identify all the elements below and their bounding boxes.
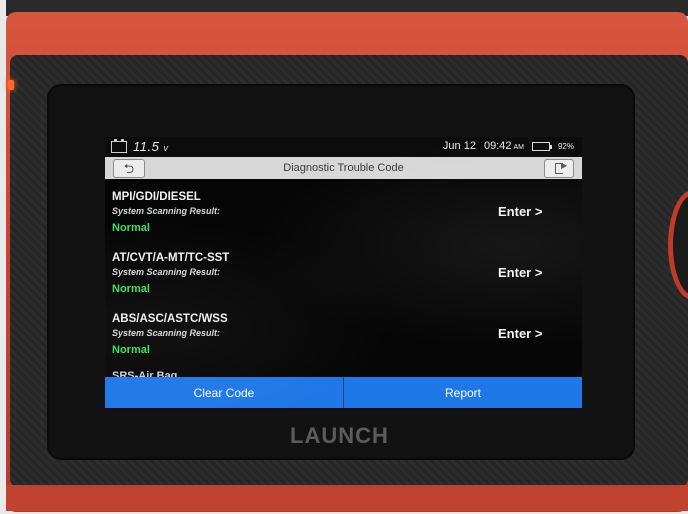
- report-button[interactable]: Report: [344, 377, 582, 408]
- exit-button[interactable]: [544, 159, 574, 178]
- system-item-abs[interactable]: ABS/ASC/ASTC/WSS System Scanning Result:…: [105, 301, 582, 362]
- status-bar: 11.5 v Jun 12 09:42 AM 92%: [105, 137, 582, 157]
- status-time: 09:42 AM: [483, 140, 524, 152]
- status-date: Jun 12: [442, 140, 476, 152]
- car-battery-icon: [111, 138, 127, 153]
- enter-button[interactable]: Enter >: [498, 204, 542, 219]
- scan-status: Normal: [112, 222, 150, 234]
- system-item-mpi[interactable]: MPI/GDI/DIESEL System Scanning Result: N…: [105, 179, 582, 240]
- battery-icon: [531, 141, 552, 151]
- voltage-value: 11.5: [133, 139, 160, 154]
- system-item-at[interactable]: AT/CVT/A-MT/TC-SST System Scanning Resul…: [105, 240, 582, 301]
- enter-button[interactable]: Enter >: [498, 265, 542, 280]
- launch-logo: LAUNCH: [290, 423, 389, 448]
- system-list: MPI/GDI/DIESEL System Scanning Result: N…: [105, 179, 582, 362]
- scan-result-label: System Scanning Result:: [112, 328, 221, 338]
- voltage-readout: 11.5 v: [111, 138, 169, 154]
- device-bottom-band: [6, 485, 688, 511]
- enter-button[interactable]: Enter >: [498, 326, 542, 341]
- scan-result-label: System Scanning Result:: [112, 206, 221, 216]
- scan-status: Normal: [112, 344, 150, 356]
- scan-result-label: System Scanning Result:: [112, 267, 221, 277]
- action-bar: Clear Code Report: [105, 377, 582, 408]
- clear-code-button[interactable]: Clear Code: [105, 377, 343, 408]
- status-right: Jun 12 09:42 AM 92%: [443, 140, 574, 152]
- voltage-unit: v: [163, 143, 169, 153]
- scanner-screen: 11.5 v Jun 12 09:42 AM 92% ⮌ Diagnostic T…: [105, 137, 582, 409]
- system-name: ABS/ASC/ASTC/WSS: [112, 313, 228, 325]
- scan-status: Normal: [112, 283, 150, 295]
- system-name: MPI/GDI/DIESEL: [112, 191, 201, 203]
- battery-percent: 92%: [557, 141, 574, 151]
- title-bar: ⮌ Diagnostic Trouble Code: [105, 157, 582, 179]
- power-led: [8, 80, 14, 90]
- exit-icon: [555, 161, 567, 174]
- system-name: AT/CVT/A-MT/TC-SST: [112, 252, 230, 264]
- page-title: Diagnostic Trouble Code: [283, 162, 404, 174]
